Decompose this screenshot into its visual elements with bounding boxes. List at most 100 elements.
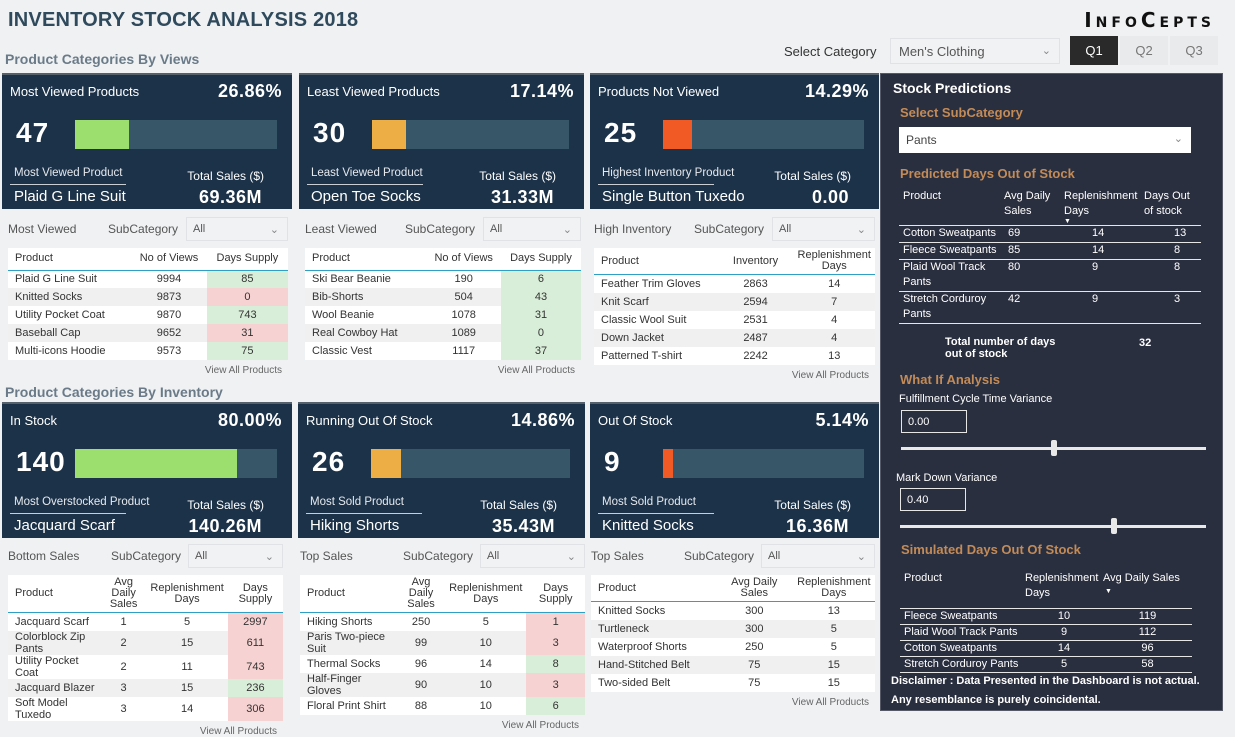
col-header[interactable]: Avg Daily Sales	[1004, 189, 1064, 226]
table-cell: 743	[206, 306, 288, 324]
view-all-products-link[interactable]: View All Products	[300, 720, 585, 731]
table-row[interactable]: Patterned T-shirt 2242 13	[594, 347, 875, 365]
col-header[interactable]: Days Out of stock	[1144, 189, 1201, 226]
kpi-progress-bar	[372, 120, 569, 149]
table-row[interactable]: Plaid G Line Suit 9994 85	[8, 270, 288, 288]
table-row[interactable]: Two-sided Belt 75 15	[591, 674, 875, 692]
table-row[interactable]: Cotton Sweatpants 69 14 13	[899, 225, 1201, 243]
table-row[interactable]: Utility Pocket Coat 9870 743	[8, 306, 288, 324]
table-row[interactable]: Feather Trim Gloves 2863 14	[594, 275, 875, 293]
subcategory-dropdown[interactable]: All ⌄	[480, 544, 585, 568]
table-row[interactable]: Stretch Corduroy Pants 42 9 3	[899, 291, 1201, 324]
table-row[interactable]: Classic Vest 1117 37	[305, 342, 581, 360]
col-header[interactable]: Product	[300, 575, 397, 613]
col-header[interactable]: Days Supply	[206, 248, 288, 271]
col-header[interactable]: Product	[8, 575, 101, 613]
predicted-days-table: Product Avg Daily Sales Replenishment Da…	[899, 189, 1201, 324]
markdown-slider-thumb[interactable]	[1111, 518, 1118, 534]
col-header[interactable]: Product	[900, 571, 1025, 608]
table-row[interactable]: Jacquard Scarf 1 5 2997	[8, 612, 283, 631]
subcategory-dropdown[interactable]: Pants ⌄	[899, 127, 1191, 153]
table-row[interactable]: Soft Model Tuxedo 3 14 306	[8, 696, 283, 721]
view-all-products-link[interactable]: View All Products	[591, 697, 875, 708]
table-row[interactable]: Multi-icons Hoodie 9573 75	[8, 342, 288, 360]
kpi-sales-label: Total Sales ($)	[774, 169, 851, 183]
view-all-products-link[interactable]: View All Products	[594, 370, 875, 381]
quarter-q1-button[interactable]: Q1	[1070, 36, 1118, 65]
table-row[interactable]: Real Cowboy Hat 1089 0	[305, 324, 581, 342]
fulfillment-input[interactable]: 0.00	[901, 410, 967, 433]
col-header[interactable]: Avg Daily Sales	[715, 575, 793, 602]
fulfillment-slider-thumb[interactable]	[1050, 440, 1057, 456]
quarter-q3-button[interactable]: Q3	[1170, 36, 1218, 65]
col-header[interactable]: Avg Daily Sales ▼	[1103, 571, 1192, 608]
table-row[interactable]: Waterproof Shorts 250 5	[591, 638, 875, 656]
table-row[interactable]: Plaid Wool Track Pants 9 112	[900, 624, 1192, 641]
subcategory-dropdown[interactable]: All ⌄	[186, 217, 288, 241]
table-row[interactable]: Hiking Shorts 250 5 1	[300, 612, 585, 631]
table-row[interactable]: Fleece Sweatpants 10 119	[900, 608, 1192, 625]
table-row[interactable]: Floral Print Shirt 88 10 6	[300, 696, 585, 715]
table-row[interactable]: Jacquard Blazer 3 15 236	[8, 678, 283, 697]
markdown-slider-track[interactable]	[900, 525, 1206, 528]
table-row[interactable]: Ski Bear Beanie 190 6	[305, 270, 581, 288]
section-title-inventory: Product Categories By Inventory	[5, 384, 223, 400]
subcategory-dropdown-value: All	[768, 550, 781, 562]
table-row[interactable]: Knit Scarf 2594 7	[594, 292, 875, 311]
col-header[interactable]: Days Supply	[526, 575, 585, 613]
table-row[interactable]: Down Jacket 2487 4	[594, 328, 875, 347]
col-header[interactable]: Replenishment Days	[146, 575, 228, 613]
table-row[interactable]: Stretch Corduroy Pants 5 58	[900, 656, 1192, 673]
table-row[interactable]: Half-Finger Gloves 90 10 3	[300, 672, 585, 697]
col-header[interactable]: Replenishment Days ▼	[1064, 189, 1144, 226]
col-header[interactable]: Product	[591, 575, 716, 602]
table-row[interactable]: Knitted Socks 300 13	[591, 602, 875, 620]
subcategory-dropdown[interactable]: All ⌄	[188, 544, 283, 568]
col-header[interactable]: Days Supply	[500, 248, 581, 271]
subcategory-dropdown[interactable]: All ⌄	[483, 217, 581, 241]
table-row[interactable]: Wool Beanie 1078 31	[305, 306, 581, 324]
table-cell: 11	[181, 660, 193, 673]
col-header[interactable]: Replenishment Days	[1025, 571, 1103, 608]
table-row[interactable]: Classic Wool Suit 2531 4	[594, 311, 875, 329]
table-row[interactable]: Paris Two-piece Suit 99 10 3	[300, 630, 585, 655]
col-header[interactable]: Product	[594, 248, 718, 275]
col-header[interactable]: Replenishment Days	[793, 248, 875, 275]
category-dropdown[interactable]: Men's Clothing ⌄	[890, 38, 1060, 64]
subcategory-dropdown[interactable]: All ⌄	[772, 217, 875, 241]
subcategory-dropdown[interactable]: All ⌄	[761, 544, 875, 568]
col-header[interactable]: Replenishment Days	[445, 575, 527, 613]
table-row[interactable]: Cotton Sweatpants 14 96	[900, 640, 1192, 657]
table-row[interactable]: Turtleneck 300 5	[591, 619, 875, 638]
table-panel: High Inventory SubCategory All ⌄ Product…	[594, 217, 875, 381]
table-cell: 9994	[156, 273, 182, 286]
view-all-products-link[interactable]: View All Products	[305, 365, 581, 376]
markdown-input[interactable]: 0.40	[900, 488, 966, 511]
view-all-products-link[interactable]: View All Products	[8, 365, 288, 376]
view-all-products-link[interactable]: View All Products	[8, 726, 283, 737]
stock-predictions-title: Stock Predictions	[893, 80, 1012, 96]
quarter-q2-button[interactable]: Q2	[1120, 36, 1168, 65]
table-row[interactable]: Bib-Shorts 504 43	[305, 288, 581, 306]
table-row[interactable]: Fleece Sweatpants 85 14 8	[899, 242, 1201, 260]
table-row[interactable]: Knitted Socks 9873 0	[8, 288, 288, 306]
table-cell: Plaid G Line Suit	[15, 273, 97, 286]
col-header[interactable]: Product	[305, 248, 427, 271]
col-header[interactable]: Product	[8, 248, 132, 271]
kpi-card: Most Viewed Products 26.86% 47 Most View…	[2, 73, 292, 209]
table-row[interactable]: Utility Pocket Coat 2 11 743	[8, 654, 283, 679]
col-header[interactable]: Avg Daily Sales	[396, 575, 446, 613]
col-header[interactable]: Days Supply	[227, 575, 283, 613]
table-row[interactable]: Colorblock Zip Pants 2 15 611	[8, 630, 283, 655]
table-row[interactable]: Hand-Stitched Belt 75 15	[591, 655, 875, 674]
col-header[interactable]: Avg Daily Sales	[100, 575, 147, 613]
table-row[interactable]: Baseball Cap 9652 31	[8, 324, 288, 342]
col-header[interactable]: Replenishment Days	[792, 575, 875, 602]
table-row[interactable]: Plaid Wool Track Pants 80 9 8	[899, 259, 1201, 292]
col-header[interactable]: Product	[899, 189, 1004, 226]
table-cell: Thermal Socks	[307, 657, 381, 670]
table-row[interactable]: Thermal Socks 96 14 8	[300, 654, 585, 673]
col-header[interactable]: No of Views	[426, 248, 501, 271]
col-header[interactable]: No of Views	[131, 248, 207, 271]
col-header[interactable]: Inventory	[717, 248, 794, 275]
